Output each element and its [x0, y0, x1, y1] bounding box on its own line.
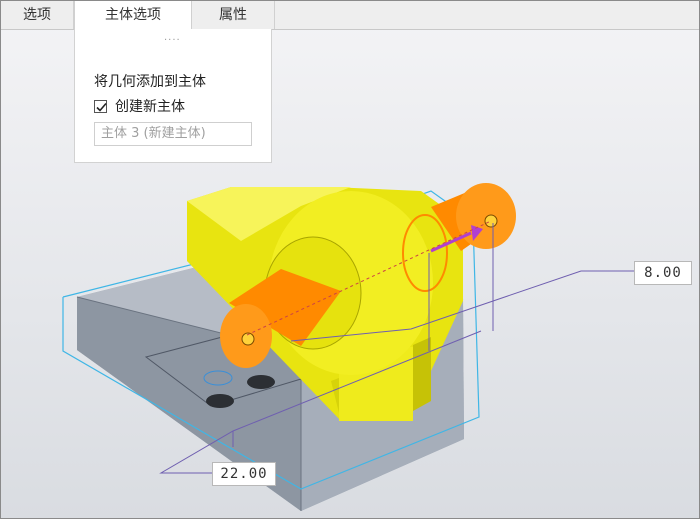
- app-window: 8.00 22.00 选项 主体选项 属性 ···· 将几何添加到主体 创建新主…: [0, 0, 700, 519]
- checkmark-icon: [96, 102, 107, 112]
- diameter-dimension-label[interactable]: 22.00: [212, 462, 276, 486]
- create-new-body-label: 创建新主体: [115, 99, 185, 115]
- panel-grip[interactable]: ····: [164, 35, 181, 46]
- tab-options[interactable]: 选项: [1, 1, 74, 29]
- plate-hole-2: [247, 375, 275, 389]
- tab-bar: 选项 主体选项 属性: [1, 1, 699, 30]
- plate-hole-1: [206, 394, 234, 408]
- body-options-panel: ···· 将几何添加到主体 创建新主体 主体 3 (新建主体): [74, 29, 272, 163]
- tab-properties[interactable]: 属性: [192, 1, 275, 29]
- create-new-body-checkbox[interactable]: [94, 99, 107, 113]
- create-new-body-row[interactable]: 创建新主体: [94, 96, 185, 116]
- tab-body-options[interactable]: 主体选项: [74, 1, 192, 30]
- body-name-field[interactable]: 主体 3 (新建主体): [94, 122, 252, 146]
- length-dimension-label[interactable]: 8.00: [634, 261, 692, 285]
- add-to-body-label: 将几何添加到主体: [94, 74, 206, 90]
